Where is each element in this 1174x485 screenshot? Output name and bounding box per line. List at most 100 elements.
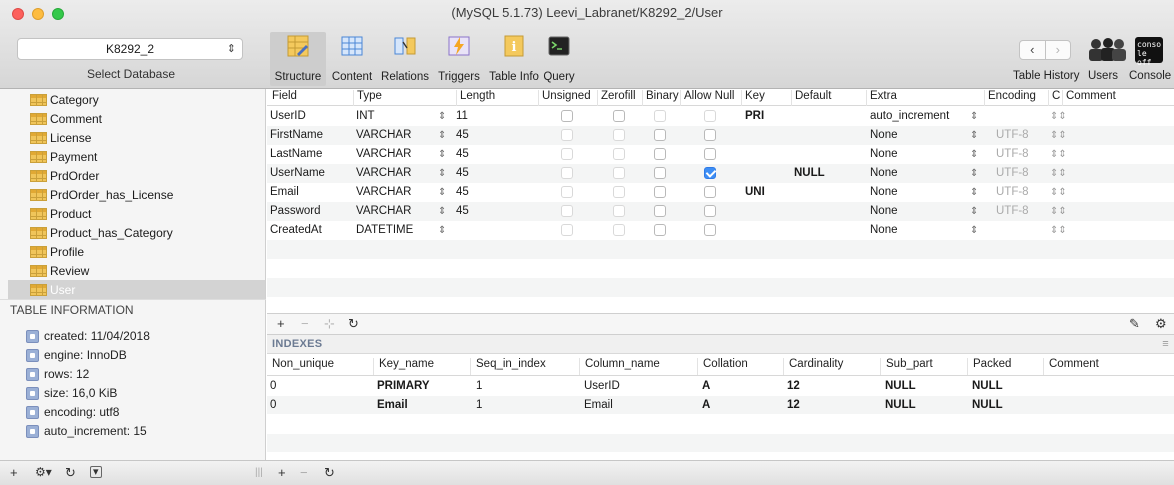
length-cell[interactable]: 45: [456, 167, 469, 179]
add-index-button[interactable]: +: [278, 465, 286, 480]
unsigned-checkbox[interactable]: [561, 148, 573, 160]
triggers-button[interactable]: Triggers: [434, 32, 484, 86]
updown-chevron-icon[interactable]: ⇕: [438, 149, 446, 160]
table-info-button[interactable]: i Table Info: [487, 32, 541, 86]
binary-checkbox[interactable]: [654, 205, 666, 217]
query-button[interactable]: Query: [543, 32, 575, 86]
type-cell[interactable]: VARCHAR: [356, 205, 411, 217]
encoding-cell[interactable]: UTF-8: [996, 186, 1029, 198]
updown-chevron-icon[interactable]: ⇕⇕: [1050, 130, 1067, 141]
binary-checkbox[interactable]: [654, 224, 666, 236]
console-icon[interactable]: conso le off: [1135, 37, 1163, 67]
sidebar-table-item[interactable]: Product: [10, 204, 262, 223]
idx-col-cardinality[interactable]: Cardinality: [783, 358, 880, 375]
col-header-unsigned[interactable]: Unsigned: [538, 90, 597, 106]
unsigned-checkbox[interactable]: [561, 167, 573, 179]
unsigned-checkbox[interactable]: [561, 224, 573, 236]
gear-icon[interactable]: ⚙: [1155, 316, 1167, 332]
updown-chevron-icon[interactable]: ⇕: [970, 206, 978, 217]
zerofill-checkbox[interactable]: [613, 129, 625, 141]
add-field-button[interactable]: +: [277, 316, 285, 331]
zerofill-checkbox[interactable]: [613, 110, 625, 122]
index-cell[interactable]: NULL: [972, 380, 1003, 392]
idx-col-seq-in-index[interactable]: Seq_in_index: [470, 358, 579, 375]
binary-checkbox[interactable]: [654, 148, 666, 160]
length-cell[interactable]: 45: [456, 186, 469, 198]
updown-chevron-icon[interactable]: ⇕: [438, 130, 446, 141]
index-cell[interactable]: Email: [377, 399, 408, 411]
filter-icon[interactable]: ▾: [90, 466, 102, 478]
add-table-button[interactable]: +: [10, 465, 18, 480]
updown-chevron-icon[interactable]: ⇕: [438, 206, 446, 217]
updown-chevron-icon[interactable]: ⇕: [970, 225, 978, 236]
sidebar-table-item[interactable]: Category: [10, 90, 262, 109]
field-name-cell[interactable]: UserName: [270, 167, 325, 179]
users-label[interactable]: Users: [1088, 70, 1118, 82]
encoding-cell[interactable]: UTF-8: [996, 205, 1029, 217]
binary-checkbox[interactable]: [654, 186, 666, 198]
zerofill-checkbox[interactable]: [613, 186, 625, 198]
col-header-extra[interactable]: Extra: [866, 90, 984, 106]
idx-col-non-unique[interactable]: Non_unique: [267, 358, 373, 375]
updown-chevron-icon[interactable]: ⇕⇕: [1050, 149, 1067, 160]
updown-chevron-icon[interactable]: ⇕⇕: [1050, 168, 1067, 179]
field-name-cell[interactable]: Email: [270, 186, 299, 198]
extra-cell[interactable]: None: [870, 148, 898, 160]
table-row[interactable]: 0 Email 1 Email A 12 NULL NULL: [267, 396, 1174, 414]
table-row[interactable]: LastName VARCHAR ⇕ 45 None ⇕ UTF-8 ⇕⇕: [267, 145, 1174, 164]
remove-field-button[interactable]: −: [301, 316, 309, 331]
binary-checkbox[interactable]: [654, 129, 666, 141]
index-cell[interactable]: PRIMARY: [377, 380, 430, 392]
field-name-cell[interactable]: CreatedAt: [270, 224, 322, 236]
allow-null-checkbox[interactable]: [704, 205, 716, 217]
table-history-label[interactable]: Table History: [1013, 70, 1079, 82]
encoding-cell[interactable]: UTF-8: [996, 129, 1029, 141]
sidebar-table-item[interactable]: Profile: [10, 242, 262, 261]
length-cell[interactable]: 45: [456, 129, 469, 141]
field-name-cell[interactable]: UserID: [270, 110, 306, 122]
allow-null-checkbox[interactable]: [704, 224, 716, 236]
idx-col-comment[interactable]: Comment: [1043, 358, 1174, 375]
field-name-cell[interactable]: LastName: [270, 148, 322, 160]
index-cell[interactable]: NULL: [885, 380, 916, 392]
binary-checkbox[interactable]: [654, 167, 666, 179]
index-cell[interactable]: 1: [476, 399, 482, 411]
console-label[interactable]: Console: [1129, 70, 1171, 82]
type-cell[interactable]: VARCHAR: [356, 167, 411, 179]
sidebar-table-item[interactable]: Payment: [10, 147, 262, 166]
table-row[interactable]: CreatedAt DATETIME ⇕ None ⇕ ⇕⇕: [267, 221, 1174, 240]
updown-chevron-icon[interactable]: ⇕: [970, 168, 978, 179]
col-header-key[interactable]: Key: [741, 90, 791, 106]
index-cell[interactable]: NULL: [972, 399, 1003, 411]
structure-button[interactable]: Structure: [270, 32, 326, 86]
unsigned-checkbox[interactable]: [561, 205, 573, 217]
idx-col-key-name[interactable]: Key_name: [373, 358, 470, 375]
table-row[interactable]: Password VARCHAR ⇕ 45 None ⇕ UTF-8 ⇕⇕: [267, 202, 1174, 221]
updown-chevron-icon[interactable]: ⇕: [438, 168, 446, 179]
index-cell[interactable]: 0: [270, 399, 276, 411]
updown-chevron-icon[interactable]: ⇕: [970, 187, 978, 198]
refresh-tables-icon[interactable]: ↻: [65, 465, 76, 481]
col-header-zerofill[interactable]: Zerofill: [597, 90, 642, 106]
col-header-allow-null[interactable]: Allow Null: [680, 90, 741, 106]
index-cell[interactable]: A: [702, 380, 710, 392]
col-header-length[interactable]: Length: [456, 90, 538, 106]
col-header-default[interactable]: Default: [791, 90, 866, 106]
allow-null-checkbox[interactable]: [704, 186, 716, 198]
encoding-cell[interactable]: UTF-8: [996, 167, 1029, 179]
index-cell[interactable]: Email: [584, 399, 613, 411]
table-row[interactable]: Email VARCHAR ⇕ 45 UNI None ⇕ UTF-8 ⇕⇕: [267, 183, 1174, 202]
remove-index-button[interactable]: −: [300, 465, 308, 480]
zerofill-checkbox[interactable]: [613, 167, 625, 179]
unsigned-checkbox[interactable]: [561, 110, 573, 122]
idx-col-sub-part[interactable]: Sub_part: [880, 358, 967, 375]
default-cell[interactable]: NULL: [794, 167, 825, 179]
table-row[interactable]: 0 PRIMARY 1 UserID A 12 NULL NULL: [267, 377, 1174, 395]
extra-cell[interactable]: None: [870, 129, 898, 141]
type-cell[interactable]: VARCHAR: [356, 186, 411, 198]
allow-null-checkbox[interactable]: [704, 129, 716, 141]
index-cell[interactable]: 12: [787, 380, 800, 392]
type-cell[interactable]: INT: [356, 110, 375, 122]
updown-chevron-icon[interactable]: ⇕: [970, 111, 978, 122]
sidebar-table-item[interactable]: License: [10, 128, 262, 147]
